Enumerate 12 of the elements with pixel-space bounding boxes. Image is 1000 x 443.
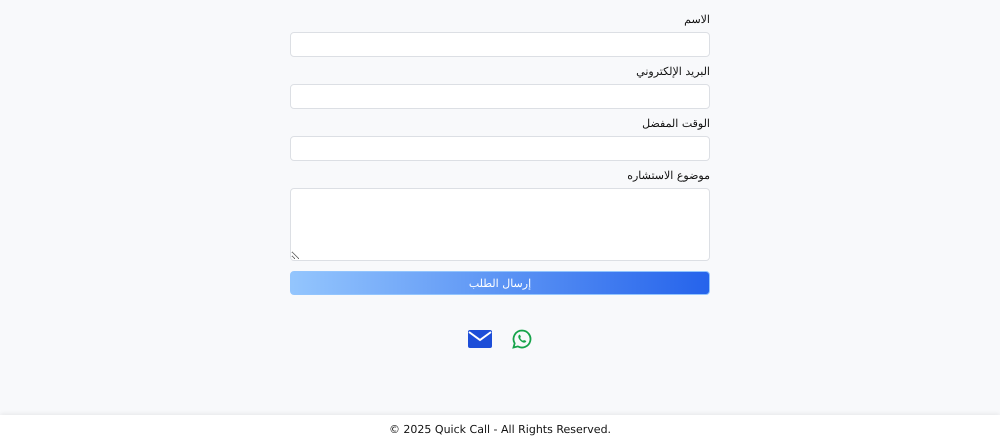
input-field[interactable] bbox=[290, 32, 710, 57]
whatsapp-icon[interactable] bbox=[512, 329, 532, 349]
field-label: البريد الإلكتروني bbox=[636, 64, 710, 79]
input-field[interactable] bbox=[290, 136, 710, 161]
field-label: الاسم bbox=[684, 12, 710, 27]
text-area[interactable] bbox=[290, 188, 710, 261]
copyright-text: © 2025 Quick Call - All Rights Reserved. bbox=[388, 422, 612, 436]
input-field[interactable] bbox=[290, 84, 710, 109]
field-label: الوقت المفضل bbox=[642, 116, 710, 131]
envelope-icon[interactable] bbox=[468, 330, 492, 348]
field-label: موضوع الاستشاره bbox=[627, 168, 710, 183]
submit-button[interactable]: إرسال الطلب bbox=[290, 271, 710, 295]
